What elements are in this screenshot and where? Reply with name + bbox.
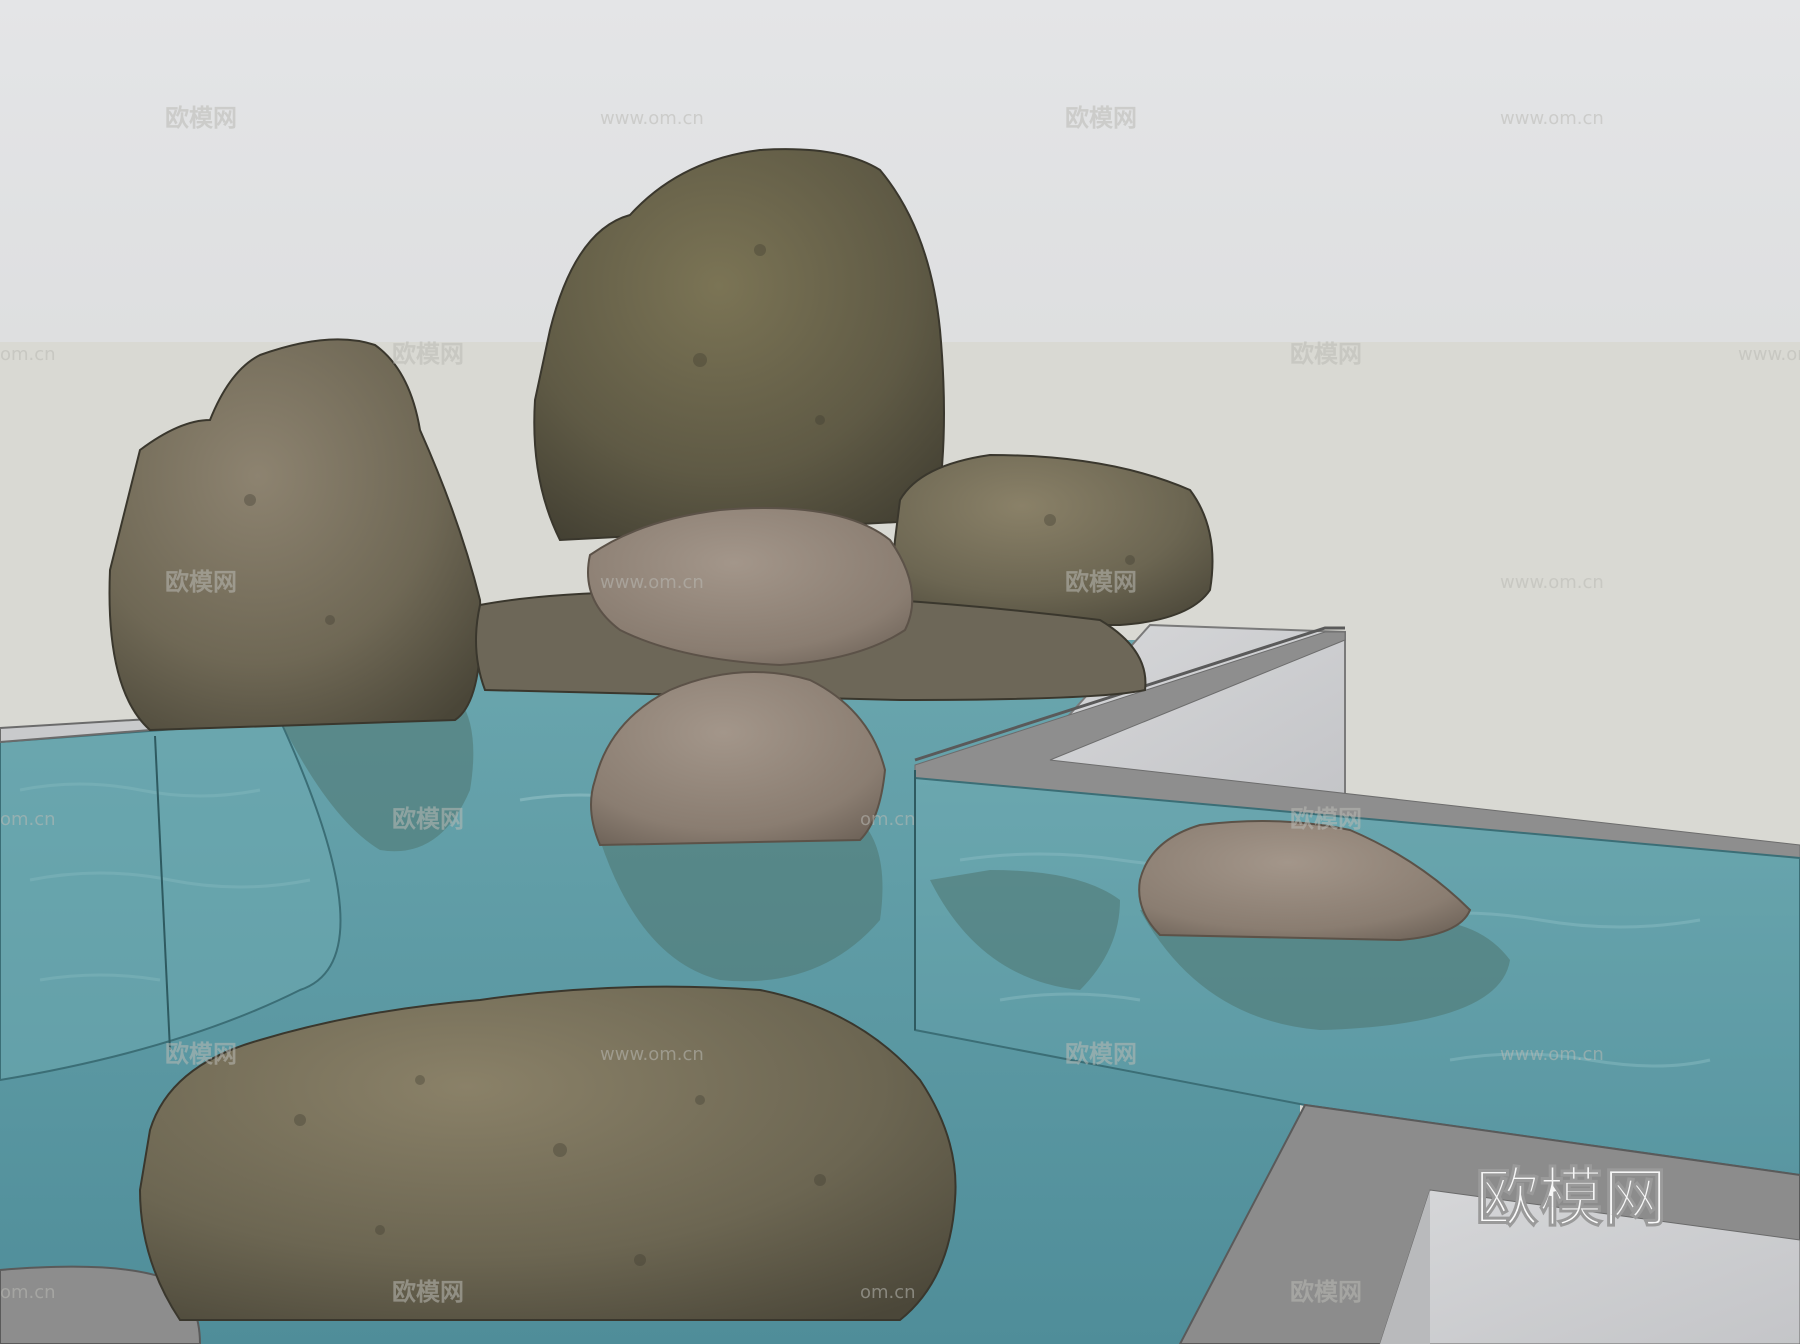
watermark-brand: 欧模网 <box>392 805 464 833</box>
watermark-brand: 欧模网 <box>1065 1040 1137 1068</box>
watermark-url: www.om.cn <box>1500 572 1604 593</box>
watermark-url: www.om.cn <box>600 1044 704 1065</box>
watermark-url-fragment: om.cn <box>0 344 56 365</box>
watermark-url: www.om.cn <box>600 572 704 593</box>
watermark-brand: 欧模网 <box>1065 104 1137 132</box>
watermark-brand: 欧模网 <box>1290 1278 1362 1306</box>
watermark-url-fragment: om.cn <box>860 1282 916 1303</box>
watermark-brand: 欧模网 <box>392 1278 464 1306</box>
watermark-brand: 欧模网 <box>1290 805 1362 833</box>
watermark-url-fragment: om.cn <box>0 809 56 830</box>
watermark-brand: 欧模网 <box>165 104 237 132</box>
watermark-brand: 欧模网 <box>392 340 464 368</box>
watermark-brand: 欧模网 <box>165 1040 237 1068</box>
rock-garden-scene: 欧模网 www.om.cn 欧模网 www.om.cn om.cn 欧模网 欧模… <box>0 0 1800 1344</box>
watermark-url-fragment: om.cn <box>0 1282 56 1303</box>
watermark-url-fragment: www.om.cn <box>1738 344 1800 365</box>
corner-logo: 欧模网 <box>1475 1162 1667 1236</box>
watermark-brand: 欧模网 <box>1290 340 1362 368</box>
watermark-brand: 欧模网 <box>165 568 237 596</box>
watermark-url-fragment: om.cn <box>860 809 916 830</box>
watermark-url: www.om.cn <box>1500 108 1604 129</box>
rock-right-back <box>893 453 1214 626</box>
watermark-brand: 欧模网 <box>1065 568 1137 596</box>
watermark-url: www.om.cn <box>1500 1044 1604 1065</box>
watermark-url: www.om.cn <box>600 108 704 129</box>
